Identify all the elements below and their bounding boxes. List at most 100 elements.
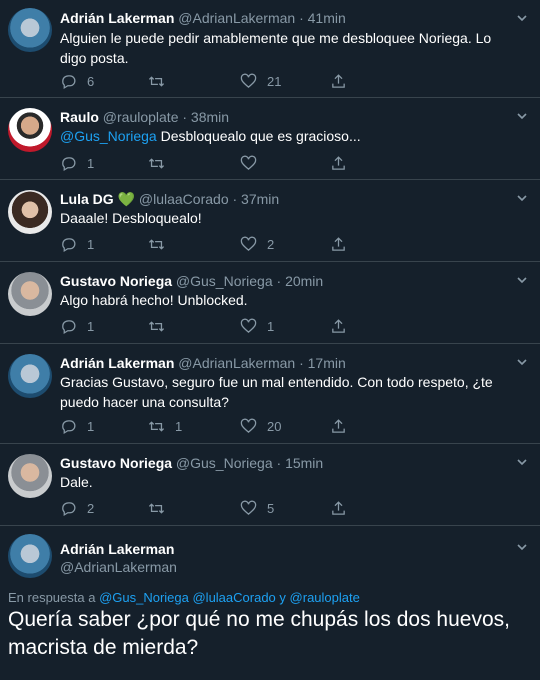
- tweet-actions: 1 1 20: [60, 417, 360, 435]
- mention-link[interactable]: @Gus_Noriega: [60, 128, 157, 144]
- reply-icon: [62, 237, 76, 252]
- tweet[interactable]: Raulo @rauloplate · 38min @Gus_Noriega D…: [0, 98, 540, 180]
- retweet-button[interactable]: [148, 154, 183, 172]
- avatar[interactable]: [8, 190, 52, 234]
- reply-button[interactable]: 1: [60, 417, 95, 435]
- reply-mentions[interactable]: @Gus_Noriega @lulaaCorado: [99, 590, 276, 605]
- tweet-text: Dale.: [60, 472, 500, 492]
- share-button[interactable]: [330, 72, 357, 90]
- tweet[interactable]: Gustavo Noriega @Gus_Noriega · 15min Dal…: [0, 444, 540, 526]
- reply-and: y: [279, 590, 286, 605]
- tweet-time[interactable]: · 41min: [299, 10, 346, 26]
- share-icon: [332, 236, 345, 251]
- avatar[interactable]: [8, 454, 52, 498]
- avatar[interactable]: [8, 272, 52, 316]
- share-button[interactable]: [330, 317, 357, 335]
- share-icon: [332, 73, 345, 88]
- reply-count: 2: [87, 500, 95, 516]
- chevron-down-icon[interactable]: [516, 456, 528, 468]
- chevron-down-icon[interactable]: [516, 541, 528, 553]
- retweet-button[interactable]: [148, 317, 183, 335]
- tweet-text-body: Algo habrá hecho! Unblocked.: [60, 292, 248, 308]
- chevron-down-icon[interactable]: [516, 192, 528, 204]
- chevron-down-icon[interactable]: [516, 356, 528, 368]
- retweet-icon: [148, 420, 165, 432]
- user-name[interactable]: Lula DG: [60, 191, 114, 207]
- tweet-text: Algo habrá hecho! Unblocked.: [60, 290, 500, 310]
- user-handle[interactable]: @Gus_Noriega: [176, 455, 273, 471]
- tweet-text-body: Alguien le puede pedir amablemente que m…: [60, 30, 492, 66]
- like-count: 20: [267, 418, 282, 434]
- share-icon: [332, 318, 345, 333]
- avatar[interactable]: [8, 108, 52, 152]
- retweet-button[interactable]: [148, 72, 183, 90]
- main-avatar[interactable]: [8, 534, 52, 578]
- tweet[interactable]: Adrián Lakerman @AdrianLakerman · 17min …: [0, 344, 540, 444]
- user-name[interactable]: Gustavo Noriega: [60, 455, 172, 471]
- reply-button[interactable]: 1: [60, 317, 95, 335]
- user-handle[interactable]: @rauloplate: [103, 109, 179, 125]
- share-button[interactable]: [330, 499, 357, 517]
- tweet[interactable]: Adrián Lakerman @AdrianLakerman · 41min …: [0, 0, 540, 98]
- tweet-time[interactable]: · 15min: [277, 455, 324, 471]
- retweet-count: 1: [175, 418, 183, 434]
- tweet-header: Gustavo Noriega @Gus_Noriega · 20min: [60, 272, 500, 290]
- green-heart-icon: 💚: [117, 191, 135, 207]
- tweet-time[interactable]: · 20min: [277, 273, 324, 289]
- tweet-actions: 2 5: [60, 499, 360, 517]
- like-button[interactable]: 20: [240, 417, 281, 435]
- user-name[interactable]: Adrián Lakerman: [60, 10, 174, 26]
- main-user-handle[interactable]: @AdrianLakerman: [60, 558, 500, 576]
- share-button[interactable]: [330, 154, 357, 172]
- share-button[interactable]: [330, 235, 357, 253]
- reply-button[interactable]: 2: [60, 499, 95, 517]
- tweet-time[interactable]: · 38min: [182, 109, 229, 125]
- heart-icon: [240, 73, 257, 88]
- tweet-header: Adrián Lakerman @AdrianLakerman · 41min: [60, 9, 500, 27]
- reply-icon: [62, 319, 76, 334]
- tweet[interactable]: Lula DG 💚 @lulaaCorado · 37min Daaale! D…: [0, 180, 540, 262]
- chevron-down-icon[interactable]: [516, 110, 528, 122]
- user-handle[interactable]: @lulaaCorado: [139, 191, 229, 207]
- avatar[interactable]: [8, 354, 52, 398]
- reply-button[interactable]: 1: [60, 235, 95, 253]
- main-tweet-header: Adrián Lakerman @AdrianLakerman: [60, 540, 500, 576]
- tweet-actions: 1: [60, 154, 360, 172]
- share-icon: [332, 500, 345, 515]
- tweet-text: Gracias Gustavo, seguro fue un mal enten…: [60, 372, 500, 412]
- retweet-icon: [148, 75, 165, 87]
- like-count: 1: [267, 318, 275, 334]
- reply-icon: [62, 156, 76, 171]
- user-name[interactable]: Raulo: [60, 109, 99, 125]
- like-button[interactable]: [240, 154, 275, 172]
- retweet-button[interactable]: [148, 235, 183, 253]
- avatar[interactable]: [8, 8, 52, 52]
- tweet-time[interactable]: · 17min: [299, 355, 346, 371]
- reply-icon: [62, 419, 76, 434]
- retweet-button[interactable]: [148, 499, 183, 517]
- chevron-down-icon[interactable]: [516, 12, 528, 24]
- tweet[interactable]: Gustavo Noriega @Gus_Noriega · 20min Alg…: [0, 262, 540, 344]
- reply-button[interactable]: 6: [60, 72, 95, 90]
- user-name[interactable]: Adrián Lakerman: [60, 355, 174, 371]
- tweet-header: Adrián Lakerman @AdrianLakerman · 17min: [60, 354, 500, 372]
- chevron-down-icon[interactable]: [516, 274, 528, 286]
- reply-mention-last[interactable]: @rauloplate: [290, 590, 360, 605]
- like-button[interactable]: 2: [240, 235, 275, 253]
- user-handle[interactable]: @AdrianLakerman: [178, 10, 295, 26]
- tweet-text: Alguien le puede pedir amablemente que m…: [60, 28, 500, 68]
- tweet-actions: 6 21: [60, 72, 360, 90]
- tweet-text-body: Gracias Gustavo, seguro fue un mal enten…: [60, 374, 493, 410]
- main-user-name[interactable]: Adrián Lakerman: [60, 540, 500, 558]
- heart-icon: [240, 418, 257, 433]
- tweet-time[interactable]: · 37min: [233, 191, 280, 207]
- user-handle[interactable]: @Gus_Noriega: [176, 273, 273, 289]
- retweet-button[interactable]: 1: [148, 417, 183, 435]
- share-button[interactable]: [330, 417, 357, 435]
- user-handle[interactable]: @AdrianLakerman: [178, 355, 295, 371]
- like-button[interactable]: 21: [240, 72, 281, 90]
- like-button[interactable]: 1: [240, 317, 275, 335]
- reply-button[interactable]: 1: [60, 154, 95, 172]
- user-name[interactable]: Gustavo Noriega: [60, 273, 172, 289]
- like-button[interactable]: 5: [240, 499, 275, 517]
